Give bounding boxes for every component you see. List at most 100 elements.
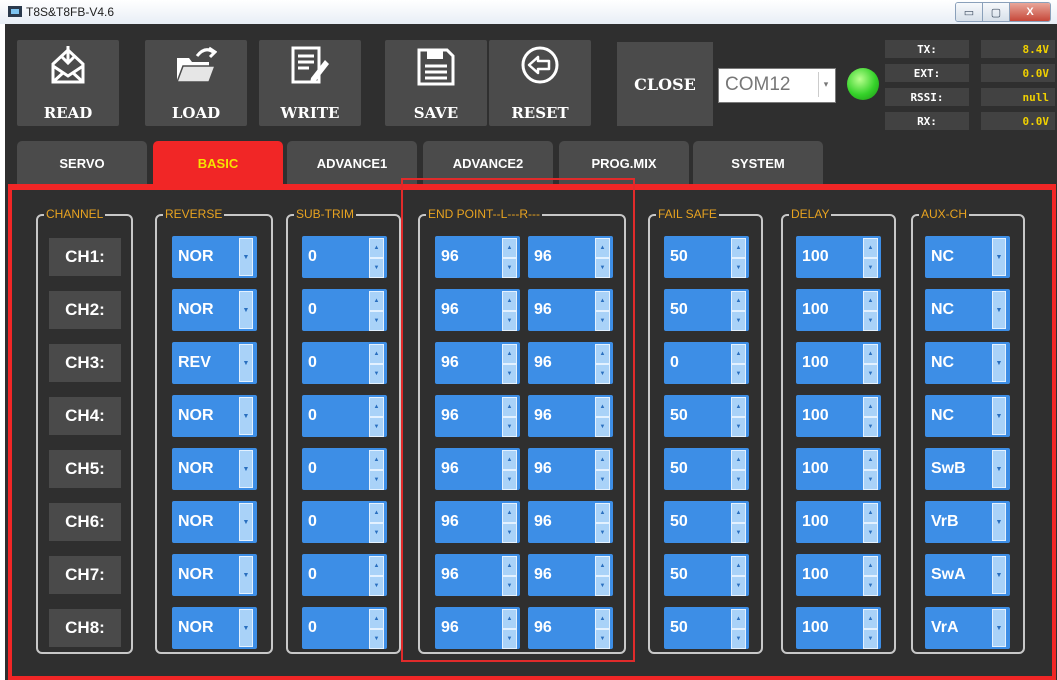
- spin-down-icon[interactable]: ▼: [369, 364, 384, 384]
- reset-button[interactable]: RESET: [489, 40, 591, 126]
- failsafe-spinner[interactable]: 50 ▲ ▼: [664, 236, 749, 278]
- chevron-down-icon[interactable]: ▼: [239, 291, 253, 329]
- reverse-select[interactable]: NOR ▼: [172, 395, 257, 437]
- spin-up-icon[interactable]: ▲: [731, 450, 746, 470]
- delay-spinner[interactable]: 100 ▲ ▼: [796, 607, 881, 649]
- chevron-down-icon[interactable]: ▼: [992, 397, 1006, 435]
- spin-down-icon[interactable]: ▼: [863, 258, 878, 278]
- spin-down-icon[interactable]: ▼: [863, 364, 878, 384]
- spin-up-icon[interactable]: ▲: [863, 503, 878, 523]
- tab-advance1[interactable]: ADVANCE1: [287, 141, 417, 185]
- spin-up-icon[interactable]: ▲: [369, 503, 384, 523]
- spin-down-icon[interactable]: ▼: [731, 417, 746, 437]
- spin-up-icon[interactable]: ▲: [731, 609, 746, 629]
- subtrim-spinner[interactable]: 0 ▲ ▼: [302, 236, 387, 278]
- aux-channel-select[interactable]: SwA ▼: [925, 554, 1010, 596]
- spin-up-icon[interactable]: ▲: [731, 291, 746, 311]
- spin-up-icon[interactable]: ▲: [731, 503, 746, 523]
- spin-down-icon[interactable]: ▼: [731, 311, 746, 331]
- com-port-select[interactable]: COM12 ▾: [718, 68, 836, 103]
- write-button[interactable]: WRITE: [259, 40, 361, 126]
- reverse-select[interactable]: NOR ▼: [172, 289, 257, 331]
- chevron-down-icon[interactable]: ▼: [992, 503, 1006, 541]
- spin-down-icon[interactable]: ▼: [731, 523, 746, 543]
- spin-down-icon[interactable]: ▼: [863, 311, 878, 331]
- chevron-down-icon[interactable]: ▼: [992, 291, 1006, 329]
- delay-spinner[interactable]: 100 ▲ ▼: [796, 289, 881, 331]
- failsafe-spinner[interactable]: 0 ▲ ▼: [664, 342, 749, 384]
- spin-up-icon[interactable]: ▲: [369, 609, 384, 629]
- spin-up-icon[interactable]: ▲: [369, 238, 384, 258]
- spin-up-icon[interactable]: ▲: [863, 238, 878, 258]
- failsafe-spinner[interactable]: 50 ▲ ▼: [664, 607, 749, 649]
- spin-up-icon[interactable]: ▲: [731, 397, 746, 417]
- save-button[interactable]: SAVE: [385, 40, 487, 126]
- tab-basic[interactable]: BASIC: [153, 141, 283, 185]
- aux-channel-select[interactable]: VrA ▼: [925, 607, 1010, 649]
- chevron-down-icon[interactable]: ▼: [992, 609, 1006, 647]
- tab-system[interactable]: SYSTEM: [693, 141, 823, 185]
- spin-up-icon[interactable]: ▲: [369, 344, 384, 364]
- spin-down-icon[interactable]: ▼: [369, 311, 384, 331]
- subtrim-spinner[interactable]: 0 ▲ ▼: [302, 289, 387, 331]
- spin-down-icon[interactable]: ▼: [863, 523, 878, 543]
- subtrim-spinner[interactable]: 0 ▲ ▼: [302, 607, 387, 649]
- chevron-down-icon[interactable]: ▼: [239, 238, 253, 276]
- delay-spinner[interactable]: 100 ▲ ▼: [796, 395, 881, 437]
- load-button[interactable]: LOAD: [145, 40, 247, 126]
- reverse-select[interactable]: NOR ▼: [172, 607, 257, 649]
- spin-up-icon[interactable]: ▲: [369, 556, 384, 576]
- reverse-select[interactable]: NOR ▼: [172, 554, 257, 596]
- spin-down-icon[interactable]: ▼: [369, 258, 384, 278]
- reverse-select[interactable]: REV ▼: [172, 342, 257, 384]
- spin-up-icon[interactable]: ▲: [369, 397, 384, 417]
- spin-up-icon[interactable]: ▲: [863, 556, 878, 576]
- spin-down-icon[interactable]: ▼: [369, 523, 384, 543]
- failsafe-spinner[interactable]: 50 ▲ ▼: [664, 289, 749, 331]
- subtrim-spinner[interactable]: 0 ▲ ▼: [302, 448, 387, 490]
- chevron-down-icon[interactable]: ▼: [239, 397, 253, 435]
- spin-up-icon[interactable]: ▲: [863, 291, 878, 311]
- spin-down-icon[interactable]: ▼: [731, 629, 746, 649]
- spin-down-icon[interactable]: ▼: [731, 470, 746, 490]
- delay-spinner[interactable]: 100 ▲ ▼: [796, 501, 881, 543]
- close-window-button[interactable]: X: [1010, 3, 1050, 21]
- spin-down-icon[interactable]: ▼: [369, 470, 384, 490]
- chevron-down-icon[interactable]: ▼: [992, 238, 1006, 276]
- spin-up-icon[interactable]: ▲: [731, 556, 746, 576]
- failsafe-spinner[interactable]: 50 ▲ ▼: [664, 554, 749, 596]
- spin-up-icon[interactable]: ▲: [863, 450, 878, 470]
- minimize-button[interactable]: ▭: [956, 3, 983, 21]
- spin-up-icon[interactable]: ▲: [369, 450, 384, 470]
- spin-down-icon[interactable]: ▼: [863, 417, 878, 437]
- spin-up-icon[interactable]: ▲: [731, 238, 746, 258]
- read-button[interactable]: READ: [17, 40, 119, 126]
- chevron-down-icon[interactable]: ▼: [239, 556, 253, 594]
- spin-down-icon[interactable]: ▼: [369, 417, 384, 437]
- chevron-down-icon[interactable]: ▼: [239, 503, 253, 541]
- close-port-button[interactable]: CLOSE: [617, 42, 713, 126]
- chevron-down-icon[interactable]: ▼: [239, 450, 253, 488]
- failsafe-spinner[interactable]: 50 ▲ ▼: [664, 395, 749, 437]
- delay-spinner[interactable]: 100 ▲ ▼: [796, 236, 881, 278]
- spin-down-icon[interactable]: ▼: [731, 364, 746, 384]
- subtrim-spinner[interactable]: 0 ▲ ▼: [302, 395, 387, 437]
- subtrim-spinner[interactable]: 0 ▲ ▼: [302, 554, 387, 596]
- aux-channel-select[interactable]: NC ▼: [925, 395, 1010, 437]
- chevron-down-icon[interactable]: ▼: [992, 450, 1006, 488]
- spin-down-icon[interactable]: ▼: [731, 258, 746, 278]
- subtrim-spinner[interactable]: 0 ▲ ▼: [302, 501, 387, 543]
- reverse-select[interactable]: NOR ▼: [172, 501, 257, 543]
- spin-up-icon[interactable]: ▲: [731, 344, 746, 364]
- aux-channel-select[interactable]: NC ▼: [925, 289, 1010, 331]
- chevron-down-icon[interactable]: ▼: [992, 344, 1006, 382]
- spin-down-icon[interactable]: ▼: [731, 576, 746, 596]
- aux-channel-select[interactable]: NC ▼: [925, 236, 1010, 278]
- tab-servo[interactable]: SERVO: [17, 141, 147, 185]
- subtrim-spinner[interactable]: 0 ▲ ▼: [302, 342, 387, 384]
- spin-down-icon[interactable]: ▼: [863, 576, 878, 596]
- chevron-down-icon[interactable]: ▼: [239, 344, 253, 382]
- aux-channel-select[interactable]: SwB ▼: [925, 448, 1010, 490]
- chevron-down-icon[interactable]: ▼: [239, 609, 253, 647]
- chevron-down-icon[interactable]: ▼: [992, 556, 1006, 594]
